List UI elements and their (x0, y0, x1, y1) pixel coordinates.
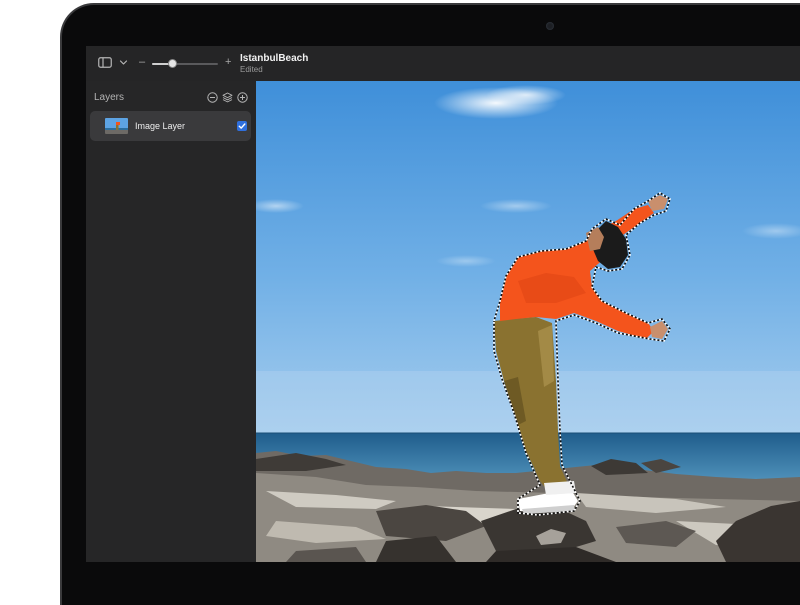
layers-panel-title: Layers (94, 92, 125, 103)
toolbar: – + IstanbulBeach Edited (86, 46, 800, 82)
zoom-slider[interactable] (152, 59, 218, 68)
chevron-down-icon[interactable] (119, 58, 128, 67)
minus-circle-icon[interactable] (207, 92, 218, 103)
image-canvas[interactable] (256, 81, 800, 562)
layers-sidebar: Layers Image Layer (86, 81, 257, 562)
layer-name: Image Layer (135, 121, 186, 131)
sidebar-toggle-icon[interactable] (98, 57, 112, 68)
zoom-in-button[interactable]: + (225, 56, 231, 68)
zoom-slider-thumb[interactable] (168, 59, 177, 68)
document-title: IstanbulBeach (240, 53, 309, 64)
layers-stack-icon[interactable] (222, 92, 233, 103)
zoom-out-button[interactable]: – (139, 56, 145, 68)
plus-circle-icon[interactable] (237, 92, 248, 103)
layer-visibility-checkbox[interactable] (237, 121, 247, 131)
document-status: Edited (240, 65, 263, 74)
app-window: – + IstanbulBeach Edited Layers Image La… (86, 46, 800, 562)
layer-row-image-layer[interactable]: Image Layer (90, 111, 251, 141)
camera-icon (546, 22, 554, 30)
layer-thumbnail (105, 118, 128, 134)
beach-photo (256, 81, 800, 562)
